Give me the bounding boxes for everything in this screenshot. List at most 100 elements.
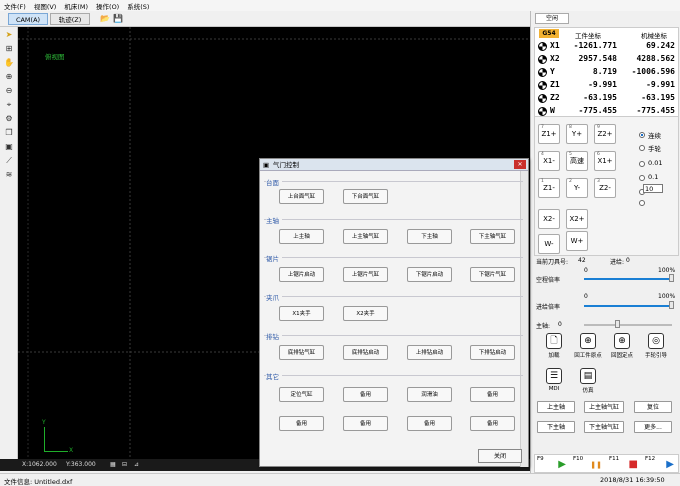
menu-view[interactable]: 视图(V) [30, 1, 61, 11]
zero-icon[interactable] [538, 81, 547, 90]
jog-x2-plus-button[interactable]: X2+ [566, 209, 588, 229]
rapid-override-slider[interactable] [584, 278, 672, 280]
run-stop-button[interactable]: F11 ■ [607, 456, 642, 473]
bottom-drill-start-button[interactable]: 底排钻启动 [343, 345, 388, 360]
positioning-cylinder-button[interactable]: 定位气缸 [279, 387, 324, 402]
run-start-button[interactable]: F9 ▶ [535, 456, 570, 473]
simulate-button[interactable]: ▤ 仿真 [573, 368, 603, 402]
spindle-knob[interactable] [615, 320, 620, 328]
layers-icon[interactable]: ≋ [3, 169, 15, 181]
lower-spindle-cylinder-button[interactable]: 下主轴气缸 [584, 421, 624, 433]
jog-x1-minus-button[interactable]: 4 X1- [538, 151, 560, 171]
jog-x2-minus-button[interactable]: X2- [538, 209, 560, 229]
bottom-drill-cylinder-button[interactable]: 底排钻气缸 [279, 345, 324, 360]
lubrication-button[interactable]: 润滑油 [407, 387, 452, 402]
zero-icon[interactable] [538, 107, 547, 116]
spare-button-3[interactable]: 备用 [279, 416, 324, 431]
run-pause-button[interactable]: F10 ❚❚ [571, 456, 606, 473]
jog-x1-plus-button[interactable]: 6 X1+ [594, 151, 616, 171]
close-icon[interactable]: ✕ [514, 160, 526, 169]
more-button[interactable]: 更多... [634, 421, 672, 433]
upper-saw-start-button[interactable]: 上锯片启动 [279, 267, 324, 282]
return-fixed-point-button[interactable]: ⊕ 回固定点 [607, 333, 637, 367]
menu-file[interactable]: 文件(F) [0, 1, 30, 11]
run-step-button[interactable]: F12 ▶ [643, 456, 678, 473]
reset-button[interactable]: 复位 [634, 401, 672, 413]
step-play-icon: ▶ [666, 459, 674, 470]
lower-table-cylinder-button[interactable]: 下台面气缸 [343, 189, 388, 204]
zero-icon[interactable] [538, 94, 547, 103]
spare-button-4[interactable]: 备用 [343, 416, 388, 431]
tab-cam[interactable]: CAM(A) [8, 13, 48, 25]
jog-z2-plus-button[interactable]: 9 Z2+ [594, 124, 616, 144]
step-mode-0-1[interactable]: 0.1 [639, 173, 679, 183]
jog-z2-minus-button[interactable]: 3 Z2- [594, 178, 616, 198]
menu-operation[interactable]: 操作(O) [92, 1, 123, 11]
lower-drill-start-button[interactable]: 下排钻启动 [470, 345, 515, 360]
pan-hand-icon[interactable]: ✋ [3, 57, 15, 69]
menu-system[interactable]: 系统(S) [123, 1, 153, 11]
tab-trajectory[interactable]: 轨迹(Z) [50, 13, 90, 25]
upper-table-cylinder-button[interactable]: 上台面气缸 [279, 189, 324, 204]
menu-machine[interactable]: 机床(M) [60, 1, 92, 11]
zoom-fit-icon[interactable]: ⌖ [3, 99, 15, 111]
upper-spindle-cylinder-button[interactable]: 上主轴气缸 [584, 401, 624, 413]
spare-button-5[interactable]: 备用 [407, 416, 452, 431]
dlg-upper-spindle-button[interactable]: 上主轴 [279, 229, 324, 244]
jog-w-minus-button[interactable]: W- [538, 234, 560, 254]
snap-toggle-icon[interactable]: ⊟ [122, 461, 127, 468]
frame-icon[interactable]: ▣ [3, 141, 15, 153]
step-mode-handwheel[interactable]: 手轮 [639, 143, 679, 153]
settings-gear-icon[interactable]: ⚙ [3, 113, 15, 125]
spare-button-1[interactable]: 备用 [343, 387, 388, 402]
zoom-out-icon[interactable]: ⊖ [3, 85, 15, 97]
feed-override-knob[interactable] [669, 301, 674, 309]
grid-toggle-icon[interactable]: ▦ [110, 461, 116, 468]
upper-drill-start-button[interactable]: 上排钻启动 [407, 345, 452, 360]
measure-icon[interactable]: ⟋ [3, 155, 15, 167]
jog-z1-minus-button[interactable]: 1 Z1- [538, 178, 560, 198]
step-mode-custom[interactable] [639, 198, 647, 208]
zero-icon[interactable] [538, 68, 547, 77]
x2-clamp-button[interactable]: X2夹手 [343, 306, 388, 321]
step-mode-0-01[interactable]: 0.01 [639, 159, 679, 169]
coord-system-badge[interactable]: G54 [539, 29, 559, 38]
return-work-origin-button[interactable]: ⊕ 回工件原点 [573, 333, 603, 367]
dialog-close-button[interactable]: 关闭 [478, 449, 522, 463]
zero-icon[interactable] [538, 42, 547, 51]
spindle-slider[interactable] [584, 324, 672, 326]
select-pointer-icon[interactable]: ➤ [3, 29, 15, 41]
step-mode-continuous[interactable]: 连续 [639, 130, 679, 140]
lower-spindle-button[interactable]: 下主轴 [537, 421, 575, 433]
jog-z1-plus-button[interactable]: 7 Z1+ [538, 124, 560, 144]
upper-saw-cylinder-button[interactable]: 上锯片气缸 [343, 267, 388, 282]
zero-icon[interactable] [538, 55, 547, 64]
mdi-button[interactable]: ☰ MDI [539, 368, 569, 402]
jog-fast-button[interactable]: 5 高速 [566, 151, 588, 171]
jog-y-plus-button[interactable]: 8 Y+ [566, 124, 588, 144]
spare-button-2[interactable]: 备用 [470, 387, 515, 402]
handwheel-guide-button[interactable]: ◎ 手轮引导 [641, 333, 671, 367]
dlg-lower-spindle-cylinder-button[interactable]: 下主轴气缸 [470, 229, 515, 244]
zoom-in-icon[interactable]: ⊕ [3, 71, 15, 83]
lower-saw-cylinder-button[interactable]: 下锯片气缸 [470, 267, 515, 282]
load-button[interactable]: 🗋 加载 [539, 333, 569, 367]
dlg-lower-spindle-button[interactable]: 下主轴 [407, 229, 452, 244]
dialog-title-bar[interactable]: ▣ 气门控制 ✕ [260, 159, 528, 171]
spare-button-6[interactable]: 备用 [470, 416, 515, 431]
rapid-override-knob[interactable] [669, 274, 674, 282]
feed-override-slider[interactable] [584, 305, 672, 307]
upper-spindle-button[interactable]: 上主轴 [537, 401, 575, 413]
x1-clamp-button[interactable]: X1夹手 [279, 306, 324, 321]
jog-w-plus-button[interactable]: W+ [566, 231, 588, 251]
step-custom-input[interactable]: 10 [643, 184, 663, 193]
jog-y-minus-button[interactable]: 2 Y- [566, 178, 588, 198]
cube-view-icon[interactable]: ❒ [3, 127, 15, 139]
ortho-toggle-icon[interactable]: ⊿ [134, 461, 139, 468]
dlg-upper-spindle-cylinder-button[interactable]: 上主轴气缸 [343, 229, 388, 244]
lower-saw-start-button[interactable]: 下锯片启动 [407, 267, 452, 282]
open-folder-icon[interactable]: 📂 [100, 14, 110, 23]
save-icon[interactable]: 💾 [113, 14, 123, 23]
status-tab[interactable]: 空闲 [535, 13, 569, 24]
grid-icon[interactable]: ⊞ [3, 43, 15, 55]
